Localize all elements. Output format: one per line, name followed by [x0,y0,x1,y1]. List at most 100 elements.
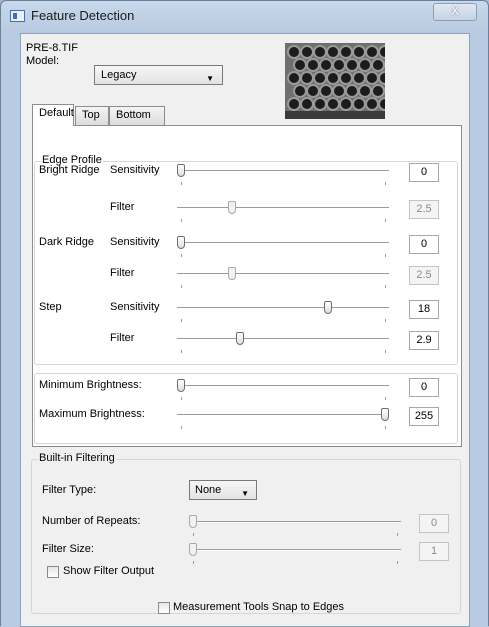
thumbnail-pore [380,99,385,109]
dark-ridge-filter-slider-handle[interactable] [228,267,236,280]
bright-ridge-sensitivity-value-field[interactable]: 0 [409,163,439,182]
maximum-brightness-slider-handle[interactable] [381,408,389,421]
number-of-repeats-label: Number of Repeats: [42,515,141,527]
step-sensitivity-value-field[interactable]: 18 [409,300,439,319]
step-sensitivity-slider-tick [385,319,386,322]
maximum-brightness-value-field[interactable]: 255 [409,407,439,426]
bright-ridge-sensitivity-label: Sensitivity [110,164,160,176]
thumbnail-pore [367,47,377,57]
snap-to-edges-checkbox[interactable] [158,602,170,614]
minimum-brightness-value-field[interactable]: 0 [409,378,439,397]
thumbnail-pore [360,60,370,70]
step-filter-label: Filter [110,332,135,344]
maximum-brightness-label: Maximum Brightness: [39,408,145,420]
minimum-brightness-slider-track[interactable] [177,385,389,386]
thumbnail-pore [347,60,357,70]
thumbnail-pore [328,47,338,57]
maximum-brightness-slider-tick [385,426,386,429]
model-select[interactable]: Legacy ▼ [94,65,223,85]
bright-ridge-sensitivity-slider-handle[interactable] [177,164,185,177]
filter-size-slider-track[interactable] [189,549,401,550]
dark-ridge-sensitivity-slider-handle[interactable] [177,236,185,249]
edge-group-label: Bright Ridge [39,164,100,176]
thumbnail-pore [295,86,305,96]
filter-size-label: Filter Size: [42,543,94,555]
bright-ridge-filter-slider-handle[interactable] [228,201,236,214]
number-of-repeats-slider-track[interactable] [189,521,401,522]
thumbnail-pore [347,86,357,96]
step-filter-slider-handle[interactable] [236,332,245,345]
maximum-brightness-slider-tick [181,426,182,429]
tab-default[interactable]: Default [32,104,74,126]
step-filter-slider-track[interactable] [177,338,389,339]
title-bar[interactable]: Feature Detection X [1,1,488,33]
bright-ridge-filter-slider-tick [181,219,182,222]
dark-ridge-filter-value-field[interactable]: 2.5 [409,266,439,285]
step-sensitivity-slider-handle[interactable] [323,301,332,314]
step-filter-slider-tick [385,350,386,353]
number-of-repeats-slider-tick [397,533,398,536]
thumbnail-pore [315,47,325,57]
thumbnail-pore [334,60,344,70]
thumbnail-pore [354,47,364,57]
number-of-repeats-slider-handle[interactable] [189,515,197,528]
number-of-repeats-value-field[interactable]: 0 [419,514,449,533]
dark-ridge-sensitivity-slider-tick [385,254,386,257]
filter-type-label: Filter Type: [42,484,97,496]
thumbnail-pore [321,86,331,96]
model-select-value: Legacy [101,69,137,81]
step-filter-value-field[interactable]: 2.9 [409,331,439,350]
bright-ridge-filter-slider-tick [385,219,386,222]
filter-type-value: None [195,484,222,496]
bright-ridge-sensitivity-slider-track[interactable] [177,170,389,171]
dark-ridge-sensitivity-slider-tick [181,254,182,257]
thumbnail-pore [367,73,377,83]
thumbnail-pore [354,73,364,83]
feature-detection-window: Feature Detection X PRE-8.TIF Model: Leg… [0,0,489,627]
file-name: PRE-8.TIF [26,42,78,54]
filter-size-value-field[interactable]: 1 [419,542,449,561]
thumbnail-pore [341,99,351,109]
filter-type-select[interactable]: None ▼ [189,480,257,500]
filter-size-slider-tick [397,561,398,564]
edge-group-label: Step [39,301,62,313]
thumbnail-pore [373,60,383,70]
thumbnail-pore [360,86,370,96]
number-of-repeats-slider-tick [193,533,194,536]
model-label: Model: [26,55,60,67]
thumbnail-pore [328,73,338,83]
thumbnail-pore [308,60,318,70]
filter-size-slider-handle[interactable] [189,543,197,556]
dark-ridge-sensitivity-label: Sensitivity [110,236,160,248]
app-icon [10,10,25,22]
dark-ridge-sensitivity-value-field[interactable]: 0 [409,235,439,254]
thumbnail-pore [302,73,312,83]
step-sensitivity-label: Sensitivity [110,301,160,313]
thumbnail-pore [302,47,312,57]
bright-ridge-filter-slider-track[interactable] [177,207,389,208]
thumbnail-pore [354,99,364,109]
thumbnail-pore [328,99,338,109]
show-filter-output-checkbox[interactable] [47,566,59,578]
window-title: Feature Detection [31,8,135,23]
bright-ridge-filter-value-field[interactable]: 2.5 [409,200,439,219]
tab-bottom[interactable]: Bottom [109,106,165,125]
thumbnail-pore [341,73,351,83]
dialog-body: PRE-8.TIF Model: Legacy ▼ Default Top Bo… [20,33,470,627]
dark-ridge-filter-slider-track[interactable] [177,273,389,274]
close-button[interactable]: X [433,3,477,21]
step-sensitivity-slider-track[interactable] [177,307,389,308]
step-filter-slider-tick [181,350,182,353]
dark-ridge-sensitivity-slider-track[interactable] [177,242,389,243]
thumbnail-pore [302,99,312,109]
thumbnail-pore [373,86,383,96]
tab-top[interactable]: Top [75,106,109,125]
thumbnail-pore [380,73,385,83]
maximum-brightness-slider-track[interactable] [177,414,389,415]
thumbnail-pore [341,47,351,57]
bright-ridge-filter-label: Filter [110,201,135,213]
thumbnail-pore [289,47,299,57]
filtering-title: Built-in Filtering [38,452,116,464]
minimum-brightness-label: Minimum Brightness: [39,379,142,391]
minimum-brightness-slider-handle[interactable] [177,379,185,392]
